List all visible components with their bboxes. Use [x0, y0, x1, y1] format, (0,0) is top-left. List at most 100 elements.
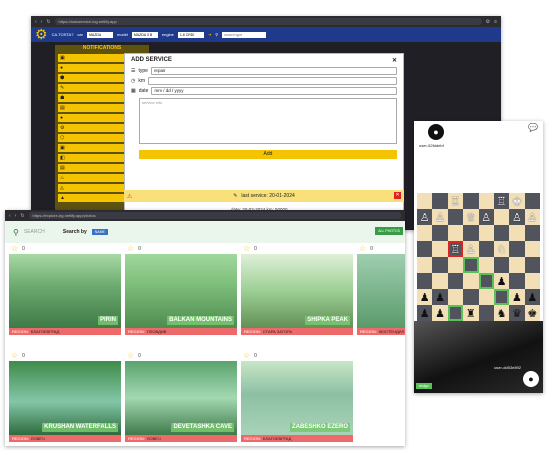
board-square[interactable] — [478, 257, 494, 273]
board-square[interactable] — [493, 209, 510, 225]
board-square[interactable]: ♟ — [432, 305, 448, 321]
all-photos-button[interactable]: ALL PHOTOS — [375, 227, 403, 235]
resign-button[interactable]: resign — [416, 383, 432, 389]
board-square[interactable]: ♖ — [493, 193, 510, 209]
board-square[interactable] — [509, 225, 525, 241]
board-square[interactable] — [432, 225, 448, 241]
board-square[interactable] — [493, 225, 510, 241]
board-square[interactable] — [447, 289, 464, 305]
board-square[interactable]: ♙ — [509, 209, 525, 225]
star-icon[interactable]: ☆ — [243, 351, 250, 360]
board-square[interactable]: ♟ — [509, 289, 525, 305]
board-square[interactable]: ♟ — [524, 289, 540, 305]
board-square[interactable]: ♙ — [524, 209, 540, 225]
board-square[interactable] — [493, 257, 510, 273]
board-square[interactable] — [417, 193, 433, 209]
star-icon[interactable]: ☆ — [243, 244, 250, 253]
star-icon[interactable]: ☆ — [127, 351, 134, 360]
menu-icon[interactable]: ≡ — [494, 19, 497, 25]
board-square[interactable] — [463, 289, 479, 305]
board-square[interactable] — [509, 241, 525, 257]
place-image[interactable]: DEVETASHKA CAVE — [125, 361, 237, 435]
board-square[interactable] — [524, 273, 540, 289]
board-square[interactable] — [478, 273, 494, 289]
board-square[interactable] — [463, 273, 479, 289]
forward-icon[interactable]: › — [15, 213, 17, 219]
board-square[interactable] — [478, 241, 494, 257]
place-image[interactable]: KRUSHAN WATERFALLS — [9, 361, 121, 435]
board-square[interactable] — [524, 193, 540, 209]
board-square[interactable] — [432, 241, 448, 257]
model-input[interactable] — [131, 31, 158, 38]
place-card[interactable]: ☆ 0 BALKAN MOUNTAINS REGION: ПЛОВДИВ — [125, 243, 237, 335]
board-square[interactable] — [509, 257, 525, 273]
board-square[interactable] — [447, 273, 464, 289]
board-square[interactable]: ♕ — [463, 209, 479, 225]
board-square[interactable] — [524, 241, 540, 257]
board-square[interactable] — [447, 225, 464, 241]
board-square[interactable] — [432, 193, 448, 209]
board-square[interactable]: ♙ — [417, 209, 433, 225]
reload-icon[interactable]: ↻ — [46, 19, 50, 25]
board-square[interactable]: ♙ — [478, 209, 494, 225]
board-square[interactable]: ♚ — [509, 193, 525, 209]
board-square[interactable]: ♚ — [524, 305, 540, 321]
star-icon[interactable]: ☆ — [127, 244, 134, 253]
back-icon[interactable]: ‹ — [35, 19, 37, 25]
date-input[interactable]: mm / dd / yyyy — [151, 87, 397, 95]
add-button[interactable]: Add — [139, 150, 397, 159]
place-image[interactable]: SHIPKA PEAK — [241, 254, 353, 328]
board-square[interactable] — [417, 241, 433, 257]
board-square[interactable] — [417, 273, 433, 289]
chat-icon[interactable]: 💬 — [528, 123, 538, 132]
board-square[interactable] — [432, 257, 448, 273]
board-square[interactable]: ♟ — [493, 273, 510, 289]
board-square[interactable] — [478, 289, 494, 305]
address-bar[interactable]: https://autoservice-log.netlify.app — [54, 18, 482, 25]
place-image[interactable]: PIRIN — [9, 254, 121, 328]
type-select[interactable]: repair — [150, 67, 397, 75]
search-input[interactable] — [222, 31, 267, 38]
place-card[interactable]: ☆ 0 PIRIN REGION: БЛАГОЕВГРАД — [9, 243, 121, 335]
notes-textarea[interactable]: service info — [139, 98, 397, 144]
extensions-icon[interactable]: ⚙ — [486, 19, 490, 25]
back-icon[interactable]: ‹ — [9, 213, 11, 219]
place-card[interactable]: ☆ 0 SHIPKA PEAK REGION: СТАРА ЗАГОРА — [241, 243, 353, 335]
board-square[interactable] — [447, 257, 464, 273]
board-square[interactable] — [417, 257, 433, 273]
address-bar[interactable]: https://explore-bg.netlify.app/photos — [28, 212, 401, 219]
place-card[interactable]: ☆ 0 ZABESHKO EZERO REGION: БЛАГОЕВГРАД — [241, 350, 353, 442]
close-icon[interactable]: ✕ — [392, 57, 397, 64]
board-square[interactable]: ♞ — [493, 305, 510, 321]
chess-board[interactable]: ♖ ♖ ♚ ♙ ♙ ♕ ♙ ♙ ♙ ♖ ♙ ♘ ♟ ♟ ♟ ♟ ♟ ♟ ♟ ♜ ♞ ♛ ♚ — [417, 193, 540, 321]
board-square[interactable]: ♜ — [463, 305, 479, 321]
board-square[interactable]: ♙ — [432, 209, 448, 225]
board-square[interactable] — [478, 305, 494, 321]
place-card[interactable]: ☆ 0 DEVETASHKA CAVE REGION: ЛОВЕЧ — [125, 350, 237, 442]
place-image[interactable]: BALKAN MOUNTAINS — [125, 254, 237, 328]
board-square[interactable] — [524, 257, 540, 273]
delete-icon[interactable]: ✕ — [394, 192, 401, 199]
star-icon[interactable]: ☆ — [11, 351, 18, 360]
forward-icon[interactable]: › — [41, 19, 43, 25]
board-square[interactable]: ♖ — [447, 193, 464, 209]
edit-icon[interactable]: ✎ — [233, 193, 237, 199]
star-icon[interactable]: ☆ — [11, 244, 18, 253]
star-icon[interactable]: ☆ — [359, 244, 366, 253]
board-square[interactable] — [432, 273, 448, 289]
search-by-select[interactable]: NAME — [91, 229, 108, 235]
board-square[interactable] — [447, 209, 464, 225]
engine-input[interactable] — [177, 31, 204, 38]
search-input[interactable]: SEARCH — [24, 229, 58, 235]
board-square[interactable]: ♖ — [447, 241, 464, 257]
board-square[interactable] — [417, 225, 433, 241]
board-square[interactable]: ♟ — [417, 305, 433, 321]
km-input[interactable] — [148, 77, 397, 85]
place-image[interactable]: ZABESHKO EZERO — [241, 361, 353, 435]
board-square[interactable]: ♘ — [493, 241, 510, 257]
place-image[interactable]: SEV — [357, 254, 405, 328]
board-square[interactable]: ♙ — [463, 241, 479, 257]
board-square[interactable]: ♟ — [432, 289, 448, 305]
board-square[interactable] — [493, 289, 510, 305]
board-square[interactable] — [509, 273, 525, 289]
